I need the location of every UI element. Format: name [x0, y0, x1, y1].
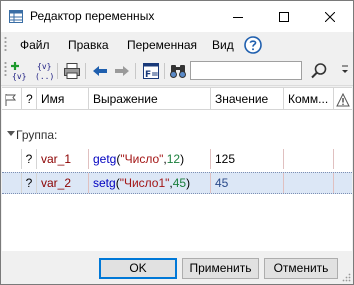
minimize-button[interactable] [215, 1, 261, 32]
add-variable-button[interactable]: {v} [11, 61, 31, 81]
variable-comment[interactable] [284, 149, 334, 169]
header-question[interactable]: ? [22, 88, 37, 110]
variable-name[interactable]: var_1 [37, 149, 89, 169]
svg-text:(..): (..) [35, 72, 54, 81]
search-input[interactable] [190, 61, 302, 80]
flag-icon [5, 93, 17, 106]
close-button[interactable] [307, 1, 353, 32]
window-title: Редактор переменных [30, 9, 155, 23]
menubar-grip[interactable] [4, 36, 7, 53]
variable-comment[interactable] [284, 173, 334, 193]
ok-button[interactable]: OK [99, 258, 177, 279]
cancel-button[interactable]: Отменить [264, 258, 338, 279]
expr-number: 12 [166, 152, 181, 166]
header-comment[interactable]: Комм... [284, 88, 334, 110]
resize-grip-icon[interactable] [341, 272, 351, 282]
menu-bar: Файл Правка Переменная Вид [1, 32, 353, 57]
add-variable-icon: {v} [11, 62, 26, 81]
variable-value: 125 [211, 149, 284, 169]
variable-editor-window: Редактор переменных Файл Правка Переменн… [0, 0, 354, 285]
expr-function: setg [93, 176, 116, 190]
toolbar-separator [164, 63, 165, 79]
variable-name[interactable]: var_2 [37, 173, 89, 193]
variable-expression[interactable]: getg("Число",12) [89, 149, 211, 169]
group-expand-icon[interactable] [7, 131, 15, 136]
format-icon: F= [143, 63, 159, 80]
variable-expression[interactable]: setg("Число1",45) [89, 173, 211, 193]
group-label: Группа: [16, 128, 58, 142]
undo-icon [93, 66, 107, 76]
menu-edit[interactable]: Правка [68, 38, 109, 52]
title-bar[interactable]: Редактор переменных [1, 1, 353, 32]
toolbar-separator [135, 63, 136, 79]
row-question: ? [22, 173, 37, 193]
row-warning-cell [334, 173, 352, 193]
row-warning-cell [334, 149, 352, 169]
svg-text:{v}: {v} [12, 72, 26, 81]
close-icon [325, 11, 335, 22]
undo-button[interactable] [90, 61, 110, 81]
find-icon [170, 65, 186, 78]
header-name[interactable]: Имя [37, 88, 89, 110]
redo-icon [115, 66, 129, 76]
toolbar-separator [85, 63, 86, 79]
search-button[interactable] [306, 60, 332, 82]
print-button[interactable] [62, 61, 82, 81]
row-question: ? [22, 149, 37, 169]
expr-string: "Число1" [119, 176, 170, 190]
app-table-icon [9, 10, 23, 23]
insert-variable-icon: {v} (..) [35, 62, 54, 81]
minimize-icon [233, 16, 243, 18]
menu-file[interactable]: Файл [20, 38, 50, 52]
find-button[interactable] [168, 61, 188, 81]
warning-icon [336, 92, 350, 107]
maximize-button[interactable] [261, 1, 307, 32]
apply-button[interactable]: Применить [182, 258, 259, 279]
insert-variable-button[interactable]: {v} (..) [34, 61, 54, 81]
toolbar-separator [57, 63, 58, 79]
expr-function: getg [93, 152, 117, 166]
expr-close-paren: ) [186, 176, 191, 190]
variables-grid: ? Имя Выражение Значение Комм... Группа:… [2, 87, 352, 252]
header-warning[interactable] [334, 88, 352, 110]
expr-number: 45 [172, 176, 187, 190]
menu-variable[interactable]: Переменная [127, 38, 197, 52]
menu-view[interactable]: Вид [212, 38, 234, 52]
header-value[interactable]: Значение [211, 88, 284, 110]
expr-string: "Число" [120, 152, 164, 166]
help-icon[interactable] [244, 36, 262, 54]
row-marker[interactable] [2, 173, 22, 193]
format-button[interactable]: F= [141, 61, 161, 81]
table-row-selected[interactable]: ? var_2 setg("Число1",45) 45 [2, 172, 352, 194]
redo-button[interactable] [112, 61, 132, 81]
print-icon [64, 63, 80, 79]
table-row[interactable]: ? var_1 getg("Число",12) 125 [2, 149, 352, 169]
svg-text:F=: F= [145, 70, 159, 80]
toolbar-grip[interactable] [4, 61, 7, 78]
row-marker[interactable] [2, 149, 22, 169]
toolbar-overflow-icon[interactable] [340, 61, 350, 81]
expr-close-paren: ) [180, 152, 185, 166]
search-icon [311, 63, 327, 79]
svg-text:{v}: {v} [37, 62, 51, 71]
variable-value: 45 [211, 173, 284, 193]
maximize-icon [279, 11, 289, 22]
group-row[interactable]: Группа: [2, 124, 352, 146]
header-expression[interactable]: Выражение [89, 88, 211, 110]
header-marker[interactable] [2, 88, 22, 110]
